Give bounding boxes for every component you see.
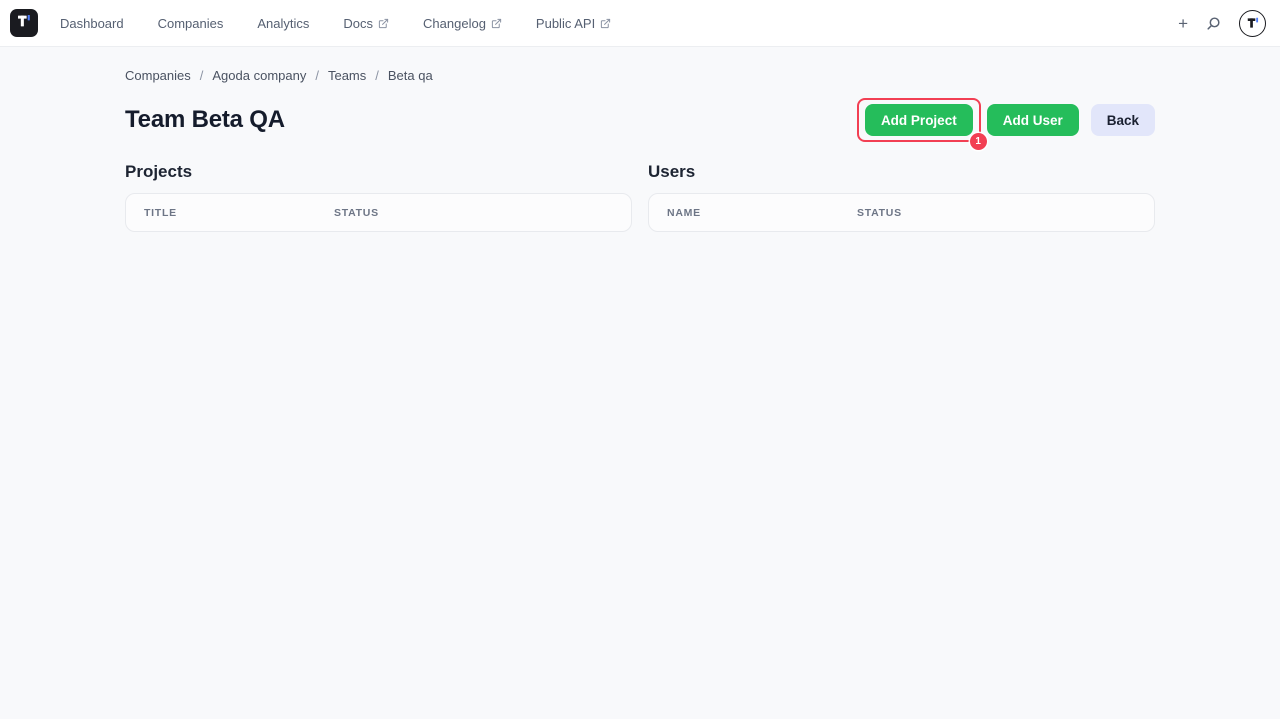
t-logo-icon [1247, 17, 1258, 28]
page-actions: Add Project 1 Add User Back [856, 98, 1155, 150]
users-table-header: NAME STATUS [649, 194, 1154, 231]
page-title: Team Beta QA [125, 106, 285, 133]
main-content: Companies / Agoda company / Teams / Beta… [125, 47, 1155, 232]
add-user-button[interactable]: Add User [986, 104, 1079, 136]
top-nav: Dashboard Companies Analytics Docs Chang… [0, 0, 1280, 47]
external-link-icon [491, 18, 502, 29]
nav-item-label: Analytics [257, 15, 310, 31]
plus-icon[interactable]: + [1178, 15, 1188, 32]
t-logo-icon [16, 13, 32, 34]
projects-heading: Projects [125, 162, 193, 181]
column-header-title: TITLE [144, 206, 177, 219]
search-icon[interactable] [1205, 15, 1222, 32]
column-header-status: STATUS [334, 206, 379, 219]
nav-item-label: Docs [343, 15, 374, 31]
nav-item-label: Public API [535, 15, 596, 31]
users-heading: Users [648, 162, 696, 181]
nav-item-label: Companies [157, 15, 224, 31]
external-link-icon [378, 18, 389, 29]
breadcrumb-agoda-company[interactable]: Agoda company [212, 68, 306, 83]
nav-item-public-api[interactable]: Public API [536, 16, 611, 31]
users-section: Users NAME STATUS [648, 162, 1155, 232]
top-nav-right: + [1178, 9, 1266, 37]
breadcrumb: Companies / Agoda company / Teams / Beta… [125, 47, 1155, 83]
breadcrumb-beta-qa[interactable]: Beta qa [388, 68, 433, 83]
projects-section: Projects TITLE STATUS [125, 162, 632, 232]
back-button[interactable]: Back [1090, 104, 1155, 136]
annotation-step-badge: 1 [969, 133, 987, 150]
annotation-highlight-box: Add Project 1 [856, 98, 987, 150]
nav-item-changelog[interactable]: Changelog [423, 16, 502, 31]
breadcrumb-separator: / [199, 68, 204, 83]
user-avatar[interactable] [1239, 9, 1266, 37]
breadcrumb-teams[interactable]: Teams [328, 68, 366, 83]
nav-item-docs[interactable]: Docs [343, 16, 389, 31]
breadcrumb-separator: / [375, 68, 379, 83]
nav-item-label: Changelog [423, 15, 486, 31]
nav-links: Dashboard Companies Analytics Docs Chang… [60, 16, 611, 31]
column-header-status: STATUS [857, 206, 902, 219]
projects-table: TITLE STATUS [125, 193, 632, 232]
external-link-icon [600, 18, 611, 29]
users-table: NAME STATUS [648, 193, 1155, 232]
nav-item-label: Dashboard [60, 15, 124, 31]
breadcrumb-companies[interactable]: Companies [125, 68, 191, 83]
breadcrumb-separator: / [315, 68, 319, 83]
column-header-name: NAME [667, 206, 701, 219]
nav-item-companies[interactable]: Companies [158, 16, 224, 31]
projects-table-header: TITLE STATUS [126, 194, 631, 231]
app-logo[interactable] [10, 9, 38, 37]
nav-item-analytics[interactable]: Analytics [257, 16, 309, 31]
nav-item-dashboard[interactable]: Dashboard [60, 16, 124, 31]
add-project-button[interactable]: Add Project [864, 104, 973, 136]
